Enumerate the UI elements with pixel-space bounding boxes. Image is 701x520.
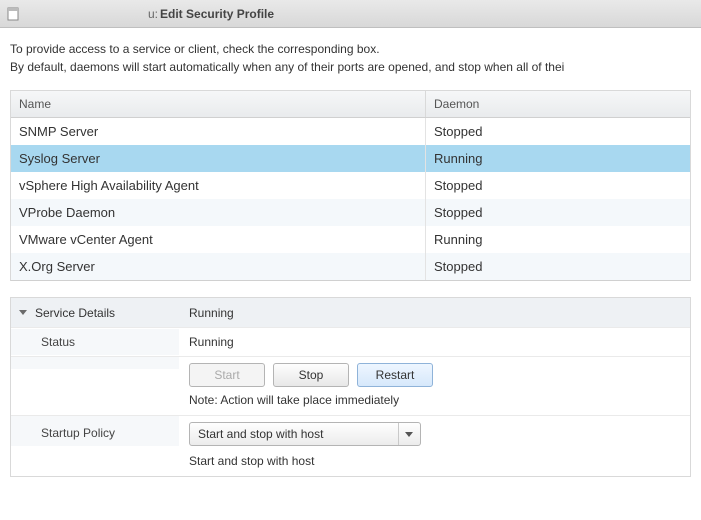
intro-text: To provide access to a service or client… [10, 40, 691, 76]
table-row[interactable]: Syslog ServerRunning [11, 145, 690, 172]
service-name: SNMP Server [11, 118, 426, 145]
chevron-down-icon [405, 432, 413, 437]
stop-button[interactable]: Stop [273, 363, 349, 387]
daemon-status: Stopped [426, 253, 690, 280]
restart-button[interactable]: Restart [357, 363, 433, 387]
dropdown-button[interactable] [398, 423, 420, 445]
daemon-status: Stopped [426, 118, 690, 145]
service-name: X.Org Server [11, 253, 426, 280]
titlebar: u: Edit Security Profile [0, 0, 701, 28]
daemon-status: Running [426, 145, 690, 172]
title-fragment: u: [148, 7, 158, 21]
table-row[interactable]: SNMP ServerStopped [11, 118, 690, 145]
startup-policy-selected: Start and stop with host [190, 427, 398, 441]
chevron-down-icon [19, 310, 27, 315]
table-row[interactable]: X.Org ServerStopped [11, 253, 690, 280]
service-name: VProbe Daemon [11, 199, 426, 226]
action-note: Note: Action will take place immediately [179, 389, 690, 415]
col-header-name[interactable]: Name [11, 91, 426, 117]
startup-policy-label: Startup Policy [11, 416, 179, 446]
window-icon [6, 7, 20, 21]
actions-label [11, 357, 179, 369]
table-row[interactable]: VMware vCenter AgentRunning [11, 226, 690, 253]
dialog-title: Edit Security Profile [160, 7, 274, 21]
status-value: Running [179, 329, 690, 355]
daemon-status: Running [426, 226, 690, 253]
startup-policy-select[interactable]: Start and stop with host [189, 422, 421, 446]
service-name: VMware vCenter Agent [11, 226, 426, 253]
intro-line-2: By default, daemons will start automatic… [10, 58, 691, 76]
startup-policy-description: Start and stop with host [179, 446, 690, 476]
start-button[interactable]: Start [189, 363, 265, 387]
service-details-header-value: Running [179, 300, 690, 326]
services-table: Name Daemon SNMP ServerStoppedSyslog Ser… [10, 90, 691, 281]
table-row[interactable]: VProbe DaemonStopped [11, 199, 690, 226]
service-name: vSphere High Availability Agent [11, 172, 426, 199]
service-details-panel: Service Details Running Status Running S… [10, 297, 691, 477]
service-details-label: Service Details [35, 306, 115, 320]
service-name: Syslog Server [11, 145, 426, 172]
daemon-status: Stopped [426, 199, 690, 226]
col-header-daemon[interactable]: Daemon [426, 91, 690, 117]
intro-line-1: To provide access to a service or client… [10, 40, 691, 58]
table-body: SNMP ServerStoppedSyslog ServerRunningvS… [11, 118, 690, 280]
status-label: Status [11, 329, 179, 355]
service-details-header[interactable]: Service Details Running [11, 298, 690, 327]
daemon-status: Stopped [426, 172, 690, 199]
table-header: Name Daemon [11, 91, 690, 118]
table-row[interactable]: vSphere High Availability AgentStopped [11, 172, 690, 199]
